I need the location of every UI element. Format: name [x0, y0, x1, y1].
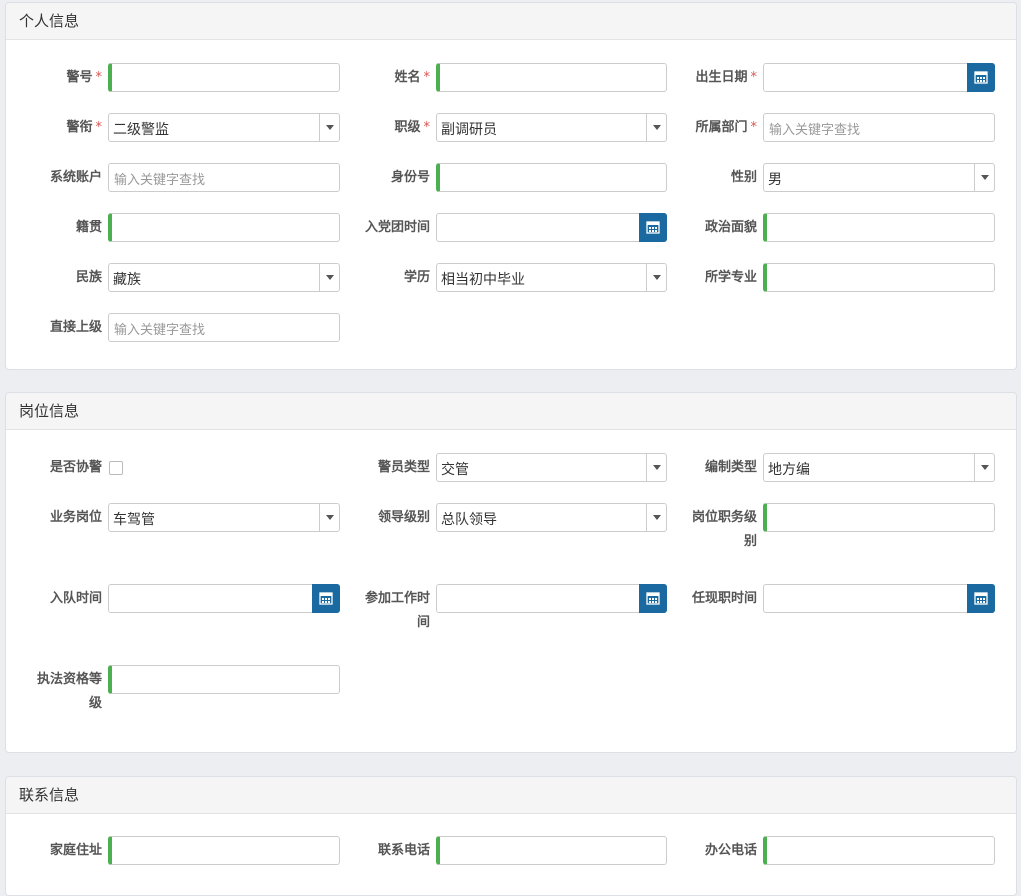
leader-level-value: 总队领导: [441, 512, 497, 528]
chevron-down-icon[interactable]: [646, 114, 666, 141]
native-place-label: 籍贯: [75, 220, 102, 235]
law-qualification-input[interactable]: [108, 665, 340, 694]
police-rank-label: 警衔 *: [66, 120, 102, 135]
education-select[interactable]: 相当初中毕业: [436, 263, 667, 292]
work-start-date-input[interactable]: [436, 584, 667, 613]
system-account-placeholder: 输入关键字查找: [114, 173, 206, 188]
birth-date-label: 出生日期 *: [695, 70, 757, 85]
chevron-down-icon[interactable]: [319, 264, 339, 291]
id-number-label: 身份号: [390, 170, 430, 185]
position-info-header: 岗位信息: [6, 393, 1016, 430]
department-placeholder: 输入关键字查找: [769, 123, 861, 138]
work-start-label-line1: 参加工作时: [364, 591, 430, 606]
chevron-down-icon[interactable]: [646, 454, 666, 481]
join-team-date-label: 入队时间: [49, 591, 102, 606]
political-status-label: 政治面貌: [704, 220, 757, 235]
home-address-label: 家庭住址: [49, 843, 102, 858]
post-level-label-line1: 岗位职务级: [691, 510, 757, 525]
police-type-label: 警员类型: [377, 460, 430, 475]
staffing-type-value: 地方编: [768, 462, 810, 478]
gender-select[interactable]: 男: [763, 163, 995, 192]
major-label: 所学专业: [704, 270, 757, 285]
business-post-value: 车驾管: [113, 512, 155, 528]
chevron-down-icon[interactable]: [319, 114, 339, 141]
badge-no-input[interactable]: [108, 63, 340, 92]
department-input[interactable]: 输入关键字查找: [763, 113, 995, 142]
is-auxiliary-checkbox[interactable]: [109, 461, 123, 475]
work-start-date-label: 参加工作时 间: [350, 587, 430, 635]
ethnicity-value: 藏族: [113, 272, 141, 288]
job-level-value: 副调研员: [441, 122, 497, 138]
native-place-input[interactable]: [108, 213, 340, 242]
position-info-panel: 岗位信息: [5, 392, 1017, 753]
name-input[interactable]: [436, 63, 667, 92]
education-value: 相当初中毕业: [441, 272, 525, 288]
office-phone-label: 办公电话: [704, 843, 757, 858]
id-number-input[interactable]: [436, 163, 667, 192]
gender-label: 性别: [730, 170, 757, 185]
name-label: 姓名 *: [394, 70, 430, 85]
calendar-icon[interactable]: [967, 584, 995, 613]
ethnicity-label: 民族: [75, 270, 102, 285]
join-team-date-input[interactable]: [108, 584, 340, 613]
staffing-type-label: 编制类型: [704, 460, 757, 475]
leader-level-label: 领导级别: [377, 510, 430, 525]
contact-phone-label: 联系电话: [377, 843, 430, 858]
contact-info-header: 联系信息: [6, 777, 1016, 814]
political-status-input[interactable]: [763, 213, 995, 242]
calendar-icon[interactable]: [639, 584, 667, 613]
law-qual-label-line2: 级: [88, 696, 102, 711]
education-label: 学历: [403, 270, 430, 285]
chevron-down-icon[interactable]: [319, 504, 339, 531]
department-label: 所属部门 *: [695, 120, 757, 135]
law-qual-label-line1: 执法资格等: [36, 672, 102, 687]
staffing-type-select[interactable]: 地方编: [763, 453, 995, 482]
chevron-down-icon[interactable]: [974, 164, 994, 191]
law-qualification-label: 执法资格等 级: [22, 668, 102, 716]
calendar-icon[interactable]: [639, 213, 667, 242]
current-post-date-input[interactable]: [763, 584, 995, 613]
badge-no-label: 警号 *: [66, 70, 102, 85]
chevron-down-icon[interactable]: [974, 454, 994, 481]
job-level-label: 职级 *: [394, 120, 430, 135]
calendar-icon[interactable]: [967, 63, 995, 92]
home-address-input[interactable]: [108, 836, 340, 865]
chevron-down-icon[interactable]: [646, 504, 666, 531]
police-rank-value: 二级警监: [113, 122, 169, 138]
current-post-date-label: 任现职时间: [691, 591, 757, 606]
is-auxiliary-label: 是否协警: [49, 460, 102, 475]
job-level-select[interactable]: 副调研员: [436, 113, 667, 142]
contact-phone-input[interactable]: [436, 836, 667, 865]
ethnicity-select[interactable]: 藏族: [108, 263, 340, 292]
personal-info-header: 个人信息: [6, 3, 1016, 40]
office-phone-input[interactable]: [763, 836, 995, 865]
party-join-date-label: 入党团时间: [364, 220, 430, 235]
gender-value: 男: [768, 172, 782, 188]
work-start-label-line2: 间: [416, 615, 430, 630]
police-type-value: 交管: [441, 462, 469, 478]
calendar-icon[interactable]: [312, 584, 340, 613]
major-input[interactable]: [763, 263, 995, 292]
post-level-label-line2: 别: [743, 534, 757, 549]
direct-superior-input[interactable]: 输入关键字查找: [108, 313, 340, 342]
post-level-label: 岗位职务级 别: [680, 506, 757, 554]
direct-superior-label: 直接上级: [49, 320, 102, 335]
direct-superior-placeholder: 输入关键字查找: [114, 323, 206, 338]
police-type-select[interactable]: 交管: [436, 453, 667, 482]
chevron-down-icon[interactable]: [646, 264, 666, 291]
business-post-label: 业务岗位: [49, 510, 102, 525]
system-account-label: 系统账户: [49, 170, 102, 185]
leader-level-select[interactable]: 总队领导: [436, 503, 667, 532]
police-rank-select[interactable]: 二级警监: [108, 113, 340, 142]
party-join-date-input[interactable]: [436, 213, 667, 242]
system-account-input[interactable]: 输入关键字查找: [108, 163, 340, 192]
business-post-select[interactable]: 车驾管: [108, 503, 340, 532]
birth-date-input[interactable]: [763, 63, 995, 92]
post-level-input[interactable]: [763, 503, 995, 532]
